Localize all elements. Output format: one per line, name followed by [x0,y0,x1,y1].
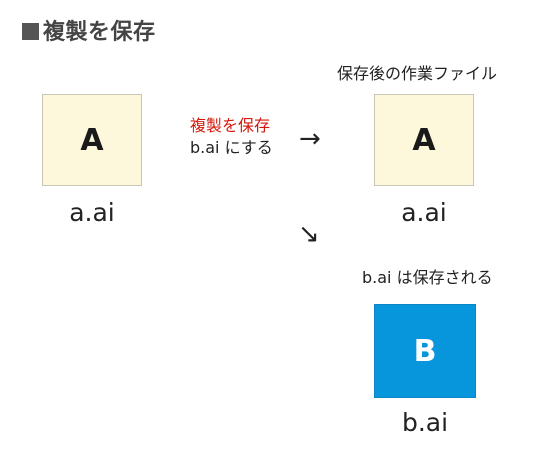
action-subtitle: b.ai にする [190,138,273,157]
source-file-box: A [42,94,142,186]
saved-file-caption: b.ai は保存される [362,268,493,287]
page-heading: 複製を保存 [22,14,156,46]
heading-text: 複製を保存 [43,20,156,45]
working-file-letter: A [412,122,436,158]
working-file-box: A [374,94,474,186]
down-right-arrow-icon: ↘ [298,219,320,249]
action-title: 複製を保存 [190,116,271,135]
saved-file-name: b.ai [401,408,449,437]
right-arrow-icon: → [299,124,321,154]
heading-square-icon [22,23,39,40]
source-file-letter: A [80,122,104,158]
working-file-caption: 保存後の作業ファイル [337,64,498,83]
working-file-name: a.ai [401,198,447,227]
saved-file-box: B [374,304,476,398]
saved-file-letter: B [413,333,437,369]
source-file-name: a.ai [69,198,115,227]
